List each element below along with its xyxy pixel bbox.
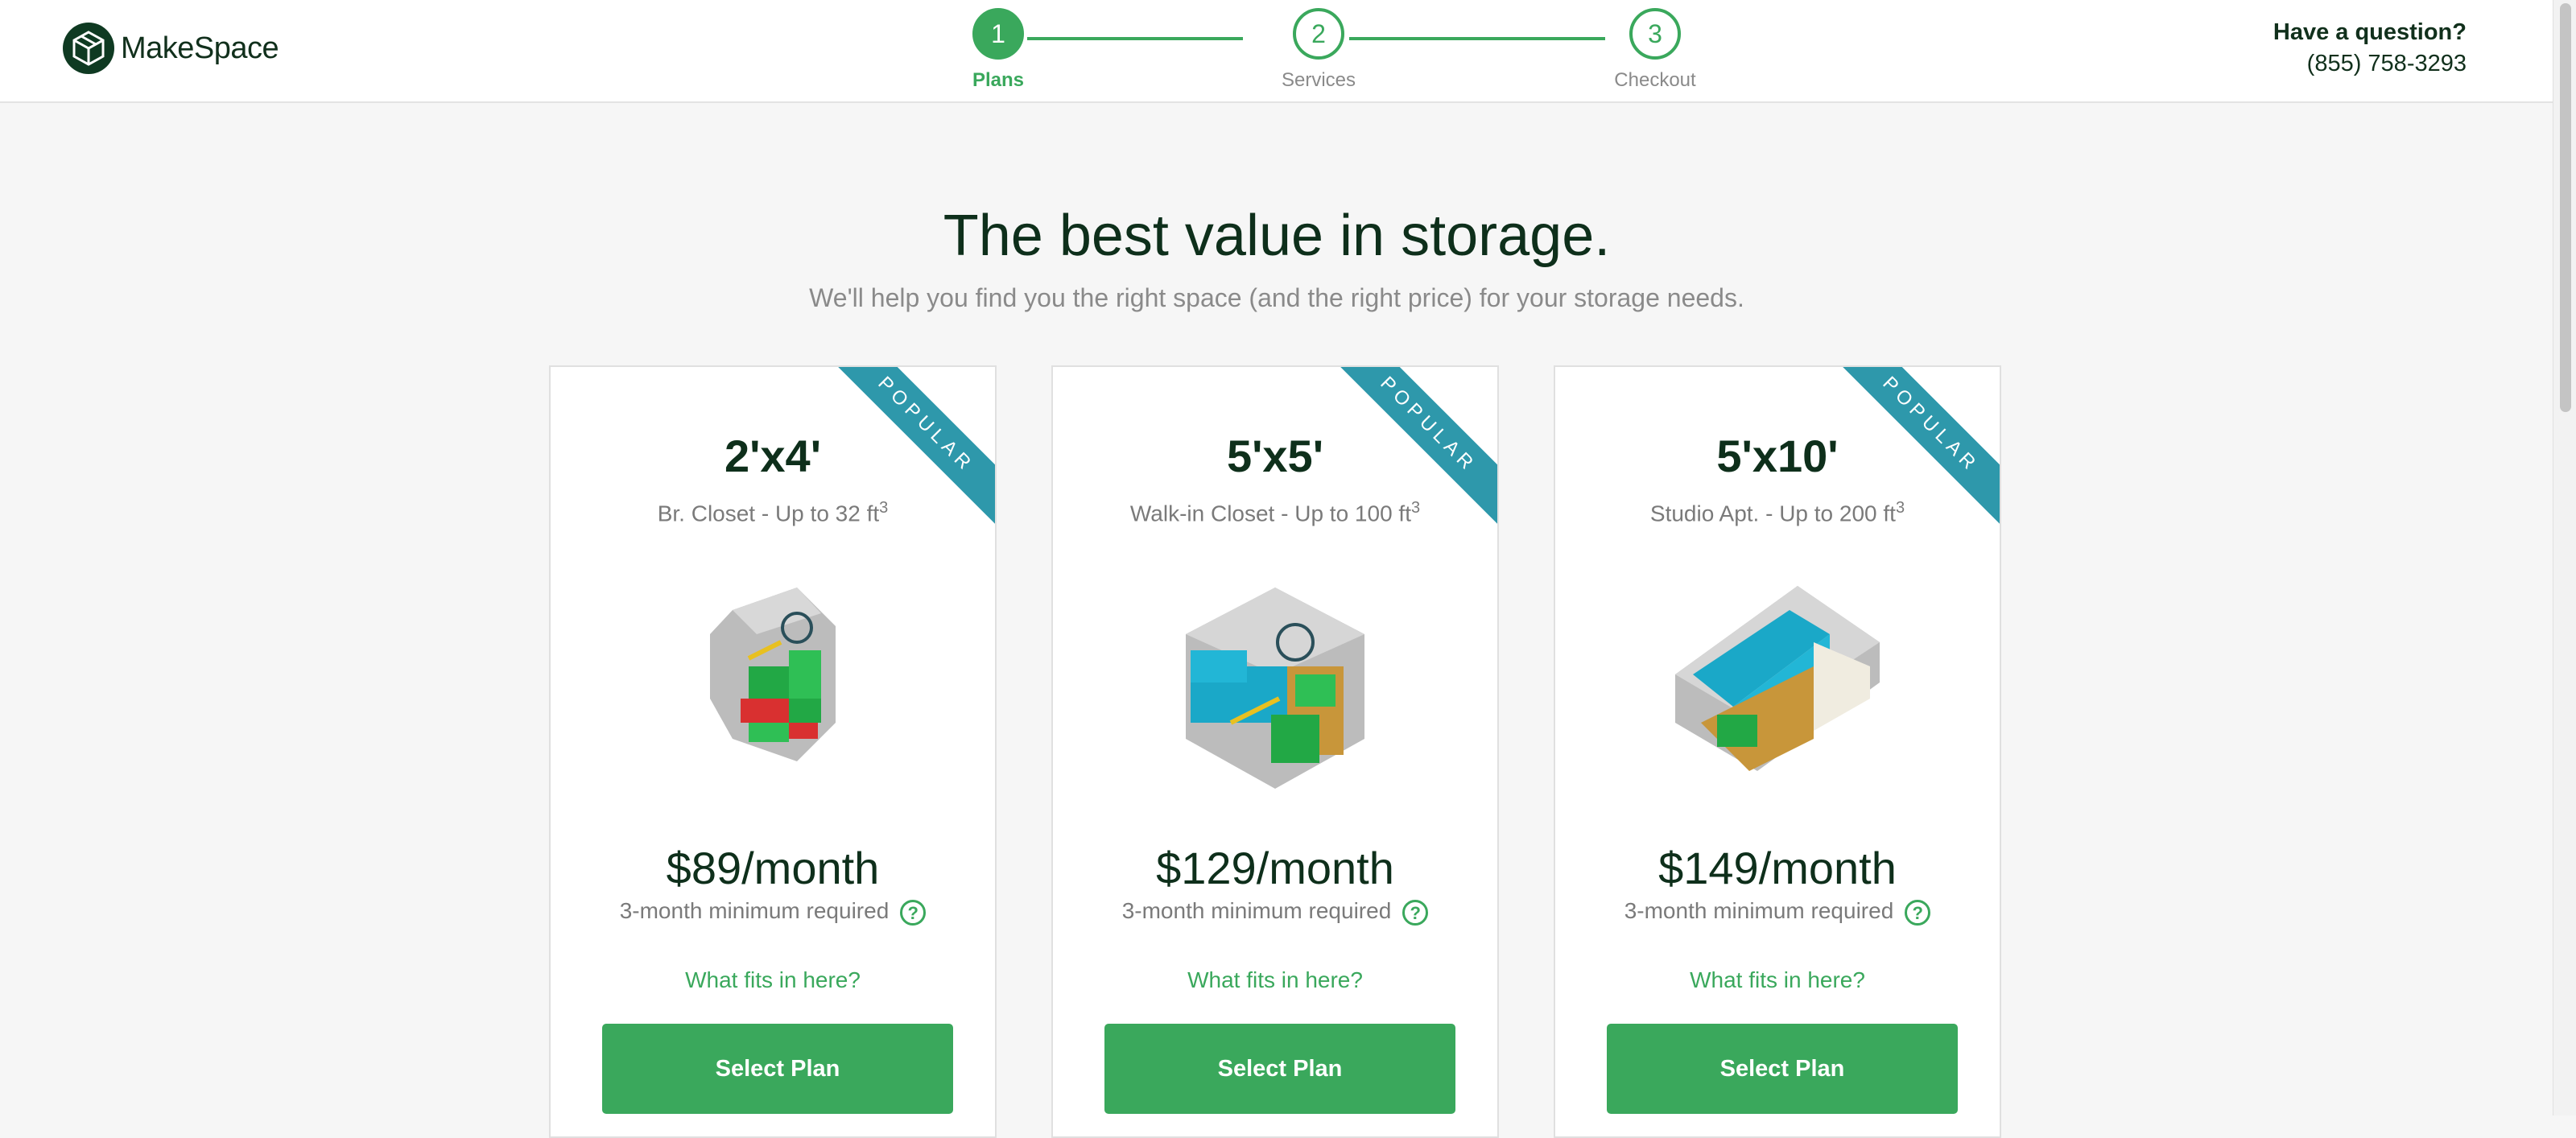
plan-minimum: 3-month minimum required? [551, 898, 995, 926]
step-number: 2 [1293, 8, 1344, 60]
medium-storage-unit-image [1186, 588, 1364, 789]
contact-phone[interactable]: (855) 758-3293 [2273, 51, 2467, 77]
plan-minimum-text: 3-month minimum required [1624, 898, 1894, 923]
plan-minimum-text: 3-month minimum required [619, 898, 890, 923]
plan-card-5x5: POPULAR 5'x5' Walk-in Closet - Up to 100… [1051, 365, 1499, 1138]
checkout-progress: 1 Plans 2 Services 3 Checkout [918, 8, 1696, 97]
step-label: Checkout [1614, 69, 1696, 91]
storage-illustration [1053, 578, 1497, 811]
page-scrollbar[interactable] [2553, 0, 2576, 1115]
scrollbar-thumb[interactable] [2560, 3, 2571, 412]
help-icon[interactable]: ? [1905, 899, 1931, 926]
step-plans[interactable]: 1 Plans [918, 8, 1079, 92]
what-fits-link[interactable]: What fits in here? [1555, 967, 2000, 993]
makespace-logo[interactable]: MakeSpace [63, 23, 279, 74]
contact-title: Have a question? [2273, 19, 2467, 45]
plan-description: Studio Apt. - Up to 200 ft3 [1555, 499, 2000, 526]
storage-illustration [551, 578, 995, 811]
plan-price: $129/month [1156, 843, 1394, 893]
small-storage-unit-image [710, 588, 836, 761]
cubic-exponent: 3 [879, 499, 889, 517]
plan-description-text: Studio Apt. - Up to 200 ft [1649, 501, 1896, 526]
select-plan-button[interactable]: Select Plan [1104, 1024, 1455, 1114]
step-services[interactable]: 2 Services [1238, 8, 1399, 92]
makespace-logo-icon [63, 23, 114, 74]
cubic-exponent: 3 [1410, 499, 1421, 517]
plan-minimum: 3-month minimum required? [1053, 898, 1497, 926]
plan-price: $89/month [666, 843, 880, 893]
plan-price: $149/month [1658, 843, 1897, 893]
help-icon[interactable]: ? [900, 899, 927, 926]
site-header: MakeSpace 1 Plans 2 Services 3 Checkout … [0, 0, 2553, 103]
plan-size: 5'x5' [1226, 431, 1324, 481]
plan-minimum: 3-month minimum required? [1555, 898, 2000, 926]
plan-card-2x4: POPULAR 2'x4' Br. Closet - Up to 32 ft3 … [549, 365, 997, 1138]
step-number: 3 [1629, 8, 1681, 60]
page-subtitle: We'll help you find you the right space … [809, 283, 1744, 312]
contact-info: Have a question? (855) 758-3293 [2273, 19, 2467, 77]
plan-description-text: Walk-in Closet - Up to 100 ft [1129, 501, 1411, 526]
large-storage-unit-image [1675, 586, 1880, 771]
select-plan-button[interactable]: Select Plan [1607, 1024, 1958, 1114]
step-checkout[interactable]: 3 Checkout [1575, 8, 1736, 92]
what-fits-link[interactable]: What fits in here? [1053, 967, 1497, 993]
storage-illustration [1555, 578, 2000, 811]
plan-description: Br. Closet - Up to 32 ft3 [551, 499, 995, 526]
select-plan-button[interactable]: Select Plan [602, 1024, 953, 1114]
plan-size: 5'x10' [1716, 431, 1839, 481]
logo-text: MakeSpace [121, 31, 279, 65]
what-fits-link[interactable]: What fits in here? [551, 967, 995, 993]
plan-description: Walk-in Closet - Up to 100 ft3 [1053, 499, 1497, 526]
step-number: 1 [972, 8, 1024, 60]
plan-card-5x10: POPULAR 5'x10' Studio Apt. - Up to 200 f… [1554, 365, 2001, 1138]
page-title: The best value in storage. [943, 204, 1611, 268]
help-icon[interactable]: ? [1402, 899, 1429, 926]
step-label: Plans [972, 69, 1025, 91]
plan-size: 2'x4' [724, 431, 822, 481]
plan-minimum-text: 3-month minimum required [1121, 898, 1392, 923]
cubic-exponent: 3 [1895, 499, 1905, 517]
step-label: Services [1281, 69, 1356, 91]
plan-description-text: Br. Closet - Up to 32 ft [657, 501, 880, 526]
